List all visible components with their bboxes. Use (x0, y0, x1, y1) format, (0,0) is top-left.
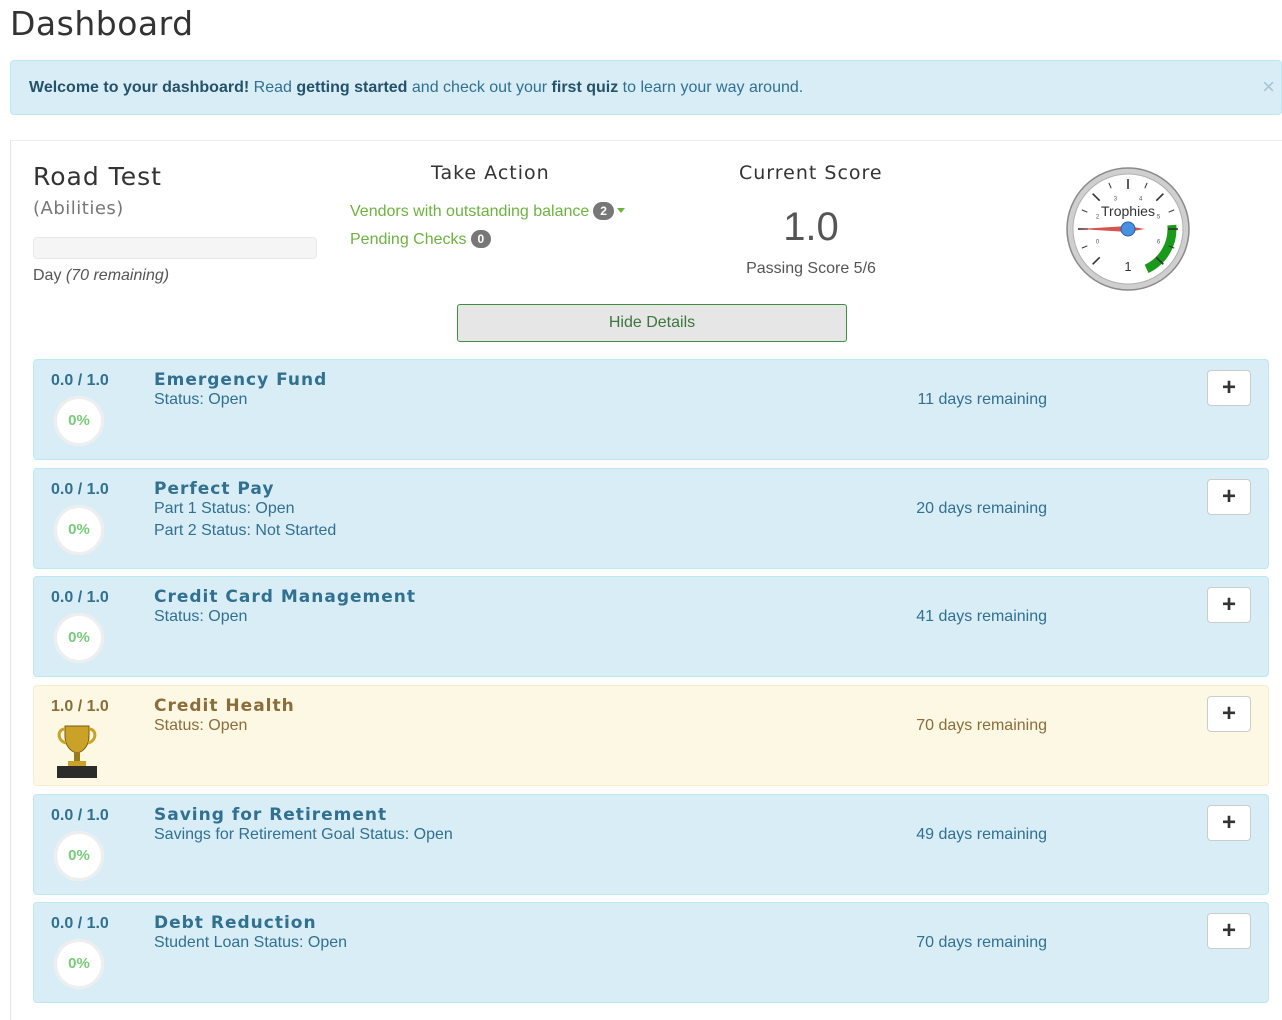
challenge-status: Savings for Retirement Goal Status: Open (154, 826, 453, 843)
current-score-value: 1.0 (783, 205, 839, 249)
day-remaining: Day (70 remaining) (33, 267, 169, 285)
days-remaining: 20 days remaining (916, 500, 1047, 517)
challenge-progress-ring: 0% (54, 939, 104, 989)
challenge-card: 0.0 / 1.0 0% Debt Reduction Student Loan St… (33, 902, 1269, 1003)
challenge-status: Status: Open (154, 391, 248, 408)
challenge-score: 1.0 / 1.0 (51, 698, 109, 715)
challenge-card: 0.0 / 1.0 0% Perfect Pay Part 1 Status: Ope… (33, 468, 1269, 569)
challenge-name[interactable]: Debt Reduction (154, 913, 317, 933)
day-progress-bar (33, 237, 317, 259)
close-icon[interactable]: × (1262, 74, 1275, 100)
challenge-progress-ring: 0% (54, 613, 104, 663)
trophy-icon (57, 725, 97, 778)
challenge-progress-ring: 0% (54, 396, 104, 446)
challenge-status: Status: Open (154, 608, 248, 625)
challenge-name[interactable]: Credit Health (154, 696, 295, 716)
page-title: Dashboard (10, 4, 194, 43)
alert-text-2: and check out your (407, 79, 552, 96)
first-quiz-link[interactable]: first quiz (552, 79, 619, 96)
road-test-subtitle: (Abilities) (33, 198, 124, 219)
days-remaining: 49 days remaining (916, 826, 1047, 843)
vendors-balance-link[interactable]: Vendors with outstanding balance 2 (350, 202, 625, 221)
challenge-name[interactable]: Perfect Pay (154, 479, 274, 499)
days-remaining: 70 days remaining (916, 934, 1047, 951)
challenge-status: Part 1 Status: Open (154, 500, 295, 517)
challenge-name[interactable]: Credit Card Management (154, 587, 416, 607)
vendors-label: Vendors with outstanding balance (350, 203, 590, 220)
challenge-progress-ring: 0% (54, 505, 104, 555)
getting-started-link[interactable]: getting started (296, 79, 407, 96)
current-score-heading: Current Score (739, 162, 883, 184)
challenge-status: Status: Open (154, 717, 248, 734)
gauge-value: 1 (1124, 259, 1131, 274)
day-remaining-count: (70 remaining) (65, 267, 170, 284)
pending-label: Pending Checks (350, 231, 467, 248)
caret-down-icon (616, 208, 625, 213)
vendors-count-badge: 2 (593, 202, 614, 220)
challenge-score: 0.0 / 1.0 (51, 807, 109, 824)
challenge-card: 1.0 / 1.0 Credit Health Status: Open 70 da… (33, 685, 1269, 786)
pending-checks-link[interactable]: Pending Checks 0 (350, 230, 492, 249)
road-test-title: Road Test (33, 162, 162, 191)
alert-text-1: Read (249, 79, 297, 96)
expand-button[interactable]: + (1207, 913, 1251, 949)
expand-button[interactable]: + (1207, 696, 1251, 732)
challenge-progress-ring: 0% (54, 831, 104, 881)
challenge-score: 0.0 / 1.0 (51, 372, 109, 389)
challenge-status: Student Loan Status: Open (154, 934, 348, 951)
gauge-hub (1120, 221, 1136, 237)
challenge-name[interactable]: Emergency Fund (154, 370, 327, 390)
gauge-label: Trophies (1101, 203, 1155, 219)
take-action-heading: Take Action (431, 162, 550, 184)
challenge-score: 0.0 / 1.0 (51, 589, 109, 606)
expand-button[interactable]: + (1207, 805, 1251, 841)
day-label: Day (33, 267, 66, 284)
alert-lead: Welcome to your dashboard! (29, 79, 250, 96)
challenge-card: 0.0 / 1.0 0% Saving for Retirement Savings … (33, 794, 1269, 895)
days-remaining: 11 days remaining (917, 391, 1047, 408)
expand-button[interactable]: + (1207, 479, 1251, 515)
pending-count-badge: 0 (470, 230, 492, 248)
challenge-name[interactable]: Saving for Retirement (154, 805, 387, 825)
challenge-status: Part 2 Status: Not Started (154, 522, 337, 539)
trophies-gauge: 023 456 Trophies 1 (1066, 167, 1190, 291)
expand-button[interactable]: + (1207, 370, 1251, 406)
welcome-alert: Welcome to your dashboard! Read getting … (10, 60, 1282, 115)
passing-score: Passing Score 5/6 (746, 260, 876, 277)
alert-message: Welcome to your dashboard! Read getting … (29, 79, 803, 97)
challenge-card: 0.0 / 1.0 0% Credit Card Management Status:… (33, 576, 1269, 677)
days-remaining: 70 days remaining (916, 717, 1047, 734)
expand-button[interactable]: + (1207, 587, 1251, 623)
challenge-score: 0.0 / 1.0 (51, 481, 109, 498)
hide-details-button[interactable]: Hide Details (457, 304, 847, 342)
days-remaining: 41 days remaining (916, 608, 1047, 625)
challenge-card: 0.0 / 1.0 0% Emergency Fund Status: Open 11 … (33, 359, 1269, 460)
alert-text-3: to learn your way around. (618, 79, 804, 96)
challenge-score: 0.0 / 1.0 (51, 915, 109, 932)
